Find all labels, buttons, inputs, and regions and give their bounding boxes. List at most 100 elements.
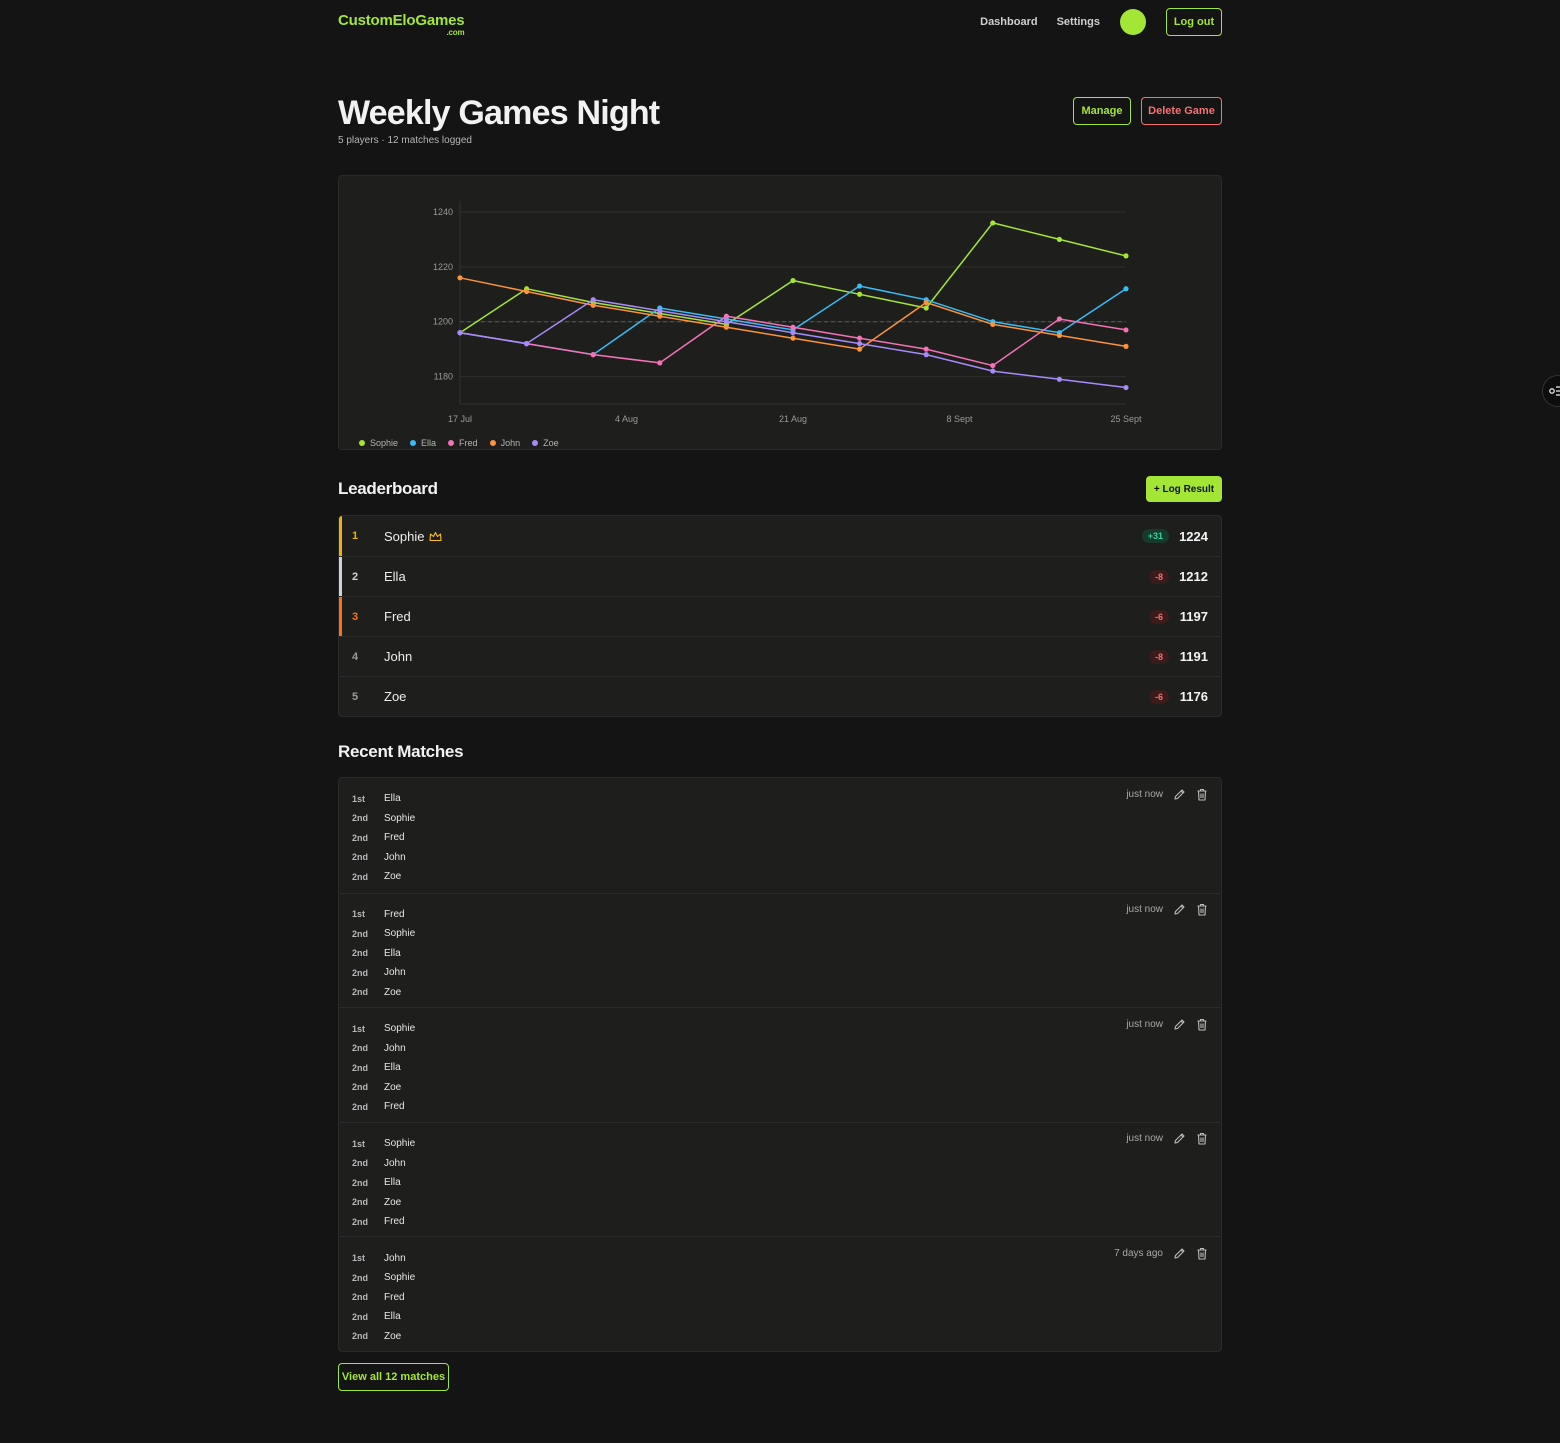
manage-button[interactable]: Manage	[1073, 97, 1131, 125]
elo-chart-card: 1180 1200 1220 1240 17 Jul 4 Aug 21 Aug 8 Sept 2…	[338, 175, 1222, 450]
leaderboard-row[interactable]: 3 Fred -6 1197	[339, 596, 1221, 636]
player-name: John	[384, 649, 412, 664]
data-point-john	[524, 288, 530, 295]
elo-delta-badge: -6	[1148, 609, 1169, 624]
legend-item-fred: Fred	[448, 438, 478, 448]
page-title: Weekly Games Night	[338, 94, 660, 132]
edit-match-button[interactable]	[1172, 787, 1186, 801]
match-placement: 2nd Ella	[339, 1058, 1221, 1078]
placement-player: Sophie	[384, 1272, 416, 1284]
placement-player: Ella	[384, 1062, 401, 1074]
delete-match-button[interactable]	[1195, 1246, 1209, 1260]
crown-icon	[429, 531, 443, 541]
edit-icon	[1173, 1133, 1185, 1144]
placement-position: 2nd	[352, 1292, 369, 1303]
elo-rating: 1212	[1179, 569, 1208, 584]
view-all-matches-button[interactable]: View all 12 matches	[338, 1363, 449, 1391]
log-result-button[interactable]: + Log Result	[1146, 476, 1222, 502]
data-point-zoe	[1056, 376, 1062, 382]
trash-icon	[1197, 1018, 1207, 1031]
nav-settings[interactable]: Settings	[1057, 16, 1100, 28]
legend-label: John	[500, 438, 521, 448]
player-name-text: John	[384, 649, 413, 664]
y-tick-label: 1240	[433, 207, 453, 217]
player-name: Fred	[384, 609, 411, 624]
legend-item-sophie: Sophie	[359, 438, 398, 448]
delete-game-button[interactable]: Delete Game	[1141, 97, 1222, 125]
placement-player: Fred	[384, 908, 405, 920]
placement-position: 2nd	[352, 967, 369, 978]
match-time: just now	[1126, 788, 1163, 800]
match-placement: 2nd Fred	[339, 828, 1221, 848]
legend-swatch	[489, 440, 496, 446]
match-placement: 2nd Fred	[339, 1212, 1221, 1232]
placement-position: 2nd	[352, 1082, 369, 1093]
legend-swatch	[532, 440, 539, 446]
logout-button[interactable]: Log out	[1166, 8, 1222, 36]
delete-match-button[interactable]	[1195, 1017, 1209, 1031]
trash-icon	[1197, 788, 1207, 801]
placement-player: Fred	[384, 1291, 405, 1303]
match-placement: 1st Sophie	[339, 1019, 1221, 1039]
player-name: Sophie	[384, 529, 443, 544]
rank-number: 4	[352, 650, 359, 663]
match-meta: just now	[1126, 1132, 1209, 1146]
delete-match-button[interactable]	[1195, 787, 1209, 801]
legend-swatch	[448, 440, 455, 446]
leaderboard-table: 1 Sophie +31 1224 2 Ella -8 1212 3 Fred -6 1197 4 Joh…	[338, 515, 1222, 717]
nav-dashboard[interactable]: Dashboard	[980, 16, 1037, 28]
data-point-sophie	[790, 277, 796, 284]
elo-rating: 1176	[1179, 689, 1208, 704]
top-bar: CustomEloGames .com Dashboard Settings L…	[338, 8, 1222, 38]
elo-rating: 1197	[1179, 609, 1208, 624]
edit-match-button[interactable]	[1172, 1132, 1186, 1146]
site-logo[interactable]: CustomEloGames .com	[338, 12, 465, 37]
trash-icon	[1197, 904, 1207, 916]
match-meta: just now	[1126, 1017, 1209, 1031]
elo-delta-badge: -8	[1148, 569, 1169, 584]
rank-number: 2	[352, 570, 359, 583]
data-point-john	[723, 324, 729, 330]
match-placement: 1st John	[339, 1248, 1221, 1268]
data-point-john	[1056, 332, 1062, 339]
edit-match-button[interactable]	[1172, 1246, 1186, 1260]
placement-player: Zoe	[384, 1081, 402, 1093]
leaderboard-row[interactable]: 4 John -8 1191	[339, 636, 1221, 676]
y-tick-label: 1180	[434, 372, 453, 382]
user-avatar[interactable]	[1120, 9, 1146, 35]
leaderboard-row[interactable]: 2 Ella -8 1212	[339, 556, 1221, 596]
placement-position: 2nd	[352, 1272, 369, 1283]
legend-label: Zoe	[543, 438, 559, 448]
delete-match-button[interactable]	[1195, 1132, 1209, 1146]
player-name-text: Zoe	[384, 689, 407, 704]
match-placement: 2nd John	[339, 848, 1221, 868]
data-point-zoe	[923, 352, 929, 358]
edit-match-button[interactable]	[1172, 903, 1186, 917]
placement-player: Zoe	[384, 871, 402, 883]
leaderboard-title: Leaderboard	[338, 479, 438, 498]
placement-position: 2nd	[352, 928, 369, 939]
placement-position: 2nd	[352, 1197, 369, 1208]
legend-label: Ella	[421, 438, 437, 448]
placement-position: 2nd	[352, 1216, 369, 1227]
edit-match-button[interactable]	[1172, 1017, 1186, 1031]
placement-player: Zoe	[384, 1196, 402, 1208]
leaderboard-row[interactable]: 1 Sophie +31 1224	[339, 516, 1221, 556]
match-placement: 2nd Zoe	[339, 1078, 1221, 1098]
rank-number: 1	[352, 530, 359, 542]
placement-position: 2nd	[352, 871, 369, 882]
placement-player: Sophie	[384, 812, 416, 824]
side-toolbar-toggle[interactable]	[1542, 375, 1560, 407]
match-placement: 2nd Ella	[339, 944, 1221, 964]
leaderboard-row[interactable]: 5 Zoe -6 1176	[339, 676, 1221, 716]
rank-accent-bar	[339, 557, 342, 596]
placement-position: 1st	[352, 1253, 366, 1264]
legend-label: Sophie	[370, 438, 399, 448]
delete-match-button[interactable]	[1195, 903, 1209, 917]
placement-position: 2nd	[352, 1101, 369, 1112]
edit-icon	[1173, 1019, 1185, 1030]
placement-player: Fred	[384, 1216, 405, 1228]
main-nav: Dashboard Settings Log out	[980, 8, 1222, 36]
match-item: 1st Sophie 2nd John 2nd Ella 2nd Zoe 2nd Fred just…	[339, 1007, 1221, 1122]
placement-position: 2nd	[352, 987, 369, 998]
